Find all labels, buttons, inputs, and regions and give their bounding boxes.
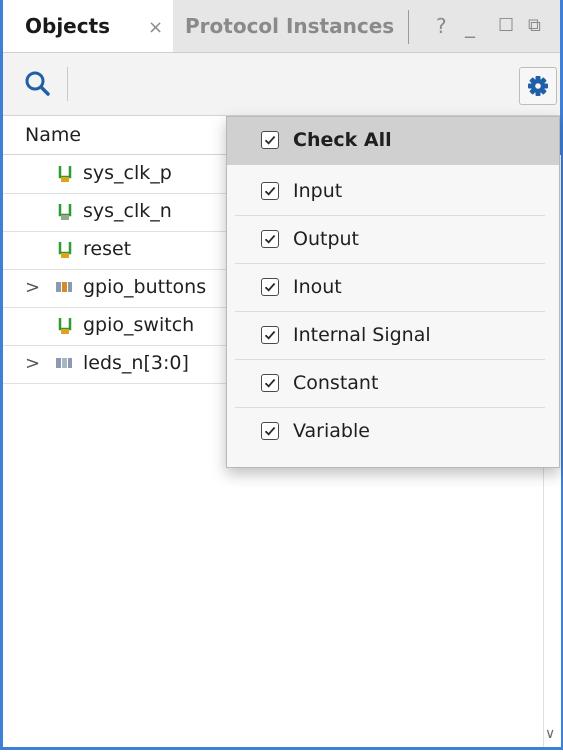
filter-item-label: Output [293,228,359,250]
checkmark-icon [264,234,276,244]
checkbox[interactable] [261,278,279,296]
tree-row-label: gpio_buttons [83,276,207,298]
filter-item-input[interactable]: Input [227,168,559,216]
gear-icon [528,76,548,96]
tab-protocol-instances[interactable]: Protocol Instances [185,14,394,38]
help-button[interactable]: ? [436,14,447,38]
checkmark-icon [264,426,276,436]
filter-item-constant[interactable]: Constant [227,360,559,408]
signal-icon [58,204,72,220]
filter-item-label: Constant [293,372,379,394]
filter-item-inout[interactable]: Inout [227,264,559,312]
filter-item-variable[interactable]: Variable [227,408,559,456]
toolbar-separator [67,67,68,101]
tree-row-label: sys_clk_n [83,200,172,222]
filter-item-label: Variable [293,420,370,442]
maximize-button[interactable]: ☐ [498,14,514,38]
check-all-checkbox[interactable] [261,131,279,149]
tree-row-label: sys_clk_p [83,162,172,184]
minimize-button[interactable]: _ [465,14,475,38]
checkbox[interactable] [261,374,279,392]
bus-icon [56,358,72,368]
tree-row[interactable]: gpio_switch [3,307,233,346]
signal-icon [58,318,72,334]
object-type-filter-menu: Check All Input Output Inout Internal Si… [226,116,560,468]
settings-button[interactable] [519,67,557,105]
checkmark-icon [264,378,276,388]
checkmark-icon [264,282,276,292]
checkbox[interactable] [261,230,279,248]
tree-column-header[interactable]: Name [3,116,233,155]
chevron-right-icon[interactable]: > [25,353,40,374]
tab-objects-label: Objects [25,14,111,38]
check-all-label: Check All [293,129,392,151]
toolbar [3,53,560,116]
signal-icon [58,242,72,258]
checkbox[interactable] [261,182,279,200]
search-icon [25,71,50,96]
checkbox[interactable] [261,326,279,344]
search-button[interactable] [23,69,53,99]
filter-item-label: Input [293,180,343,202]
tab-bar: Objects × Protocol Instances ? _ ☐ ⧉ [3,0,560,53]
name-column-label: Name [25,124,82,146]
float-button[interactable]: ⧉ [528,14,541,38]
signal-icon [58,166,72,182]
tree-row[interactable]: sys_clk_p [3,155,233,194]
checkmark-icon [264,135,276,145]
tab-divider [408,10,409,44]
filter-item-label: Internal Signal [293,324,431,346]
filter-item-internal-signal[interactable]: Internal Signal [227,312,559,360]
checkmark-icon [264,330,276,340]
tree-row[interactable]: > leds_n[3:0] [3,345,233,384]
check-all-item[interactable]: Check All [227,117,559,165]
filter-item-output[interactable]: Output [227,216,559,264]
objects-panel: Objects × Protocol Instances ? _ ☐ ⧉ Nam… [0,0,563,750]
tab-close-icon[interactable]: × [148,17,163,38]
filter-item-label: Inout [293,276,342,298]
tree-row-label: gpio_switch [83,314,195,336]
chevron-right-icon[interactable]: > [25,277,40,298]
tree-row[interactable]: sys_clk_n [3,193,233,232]
bus-icon [56,282,72,292]
tree-row-label: reset [83,238,132,260]
checkmark-icon [264,186,276,196]
tree-row[interactable]: > gpio_buttons [3,269,233,308]
chevron-down-icon[interactable]: ∨ [545,726,555,742]
tree-row-label: leds_n[3:0] [83,352,189,374]
tree-row[interactable]: reset [3,231,233,270]
checkbox[interactable] [261,422,279,440]
tab-objects[interactable]: Objects × [3,0,173,52]
